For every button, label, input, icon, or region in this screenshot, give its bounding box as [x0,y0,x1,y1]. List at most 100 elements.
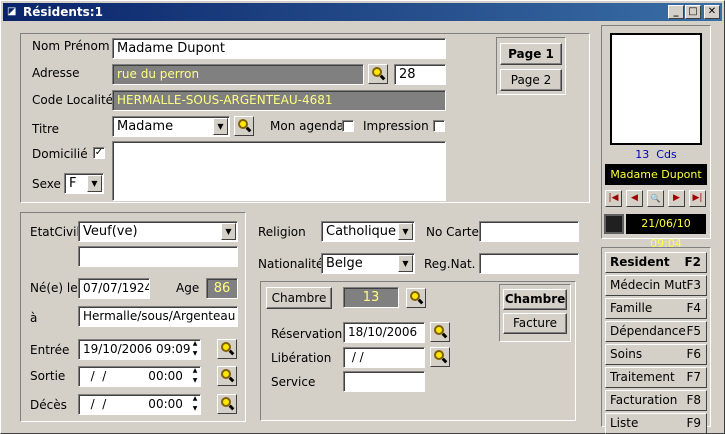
sexe-value: F [69,176,77,191]
nav-prev-button[interactable]: ◀ [626,190,643,207]
menu-item-médecin-mut-[interactable]: Médecin Mut. F3 [605,275,707,296]
menu-item-famille[interactable]: Famille F4 [605,298,707,319]
liberation-field[interactable]: / / [343,347,425,368]
domicilie-checkbox[interactable]: ✓ [93,147,105,159]
spin-down-icon[interactable]: ▼ [189,404,201,414]
menu-item-label: Dépendance [610,324,686,338]
sexe-select[interactable]: F ▼ [64,173,104,194]
save-disk-icon[interactable] [604,214,624,234]
menu-item-resident[interactable]: Resident F2 [605,252,707,273]
entree-spinner[interactable]: ▲ ▼ [189,339,201,360]
notes-area[interactable] [112,141,446,201]
spin-down-icon[interactable]: ▼ [189,376,201,386]
titre-select[interactable]: Madame ▼ [112,116,230,137]
nav-first-button[interactable]: |◀ [605,190,622,207]
impression-checkbox[interactable] [433,120,445,132]
numero-field[interactable]: 28 [394,64,446,85]
search-icon: 🔍 [650,194,661,203]
religion-select[interactable]: Catholique ▼ [321,221,415,242]
etatcivil-label: EtatCivil [30,225,80,239]
titre-search-button[interactable] [234,116,254,136]
nationalite-value: Belge [326,256,363,271]
lieu-field[interactable]: Hermalle/sous/Argenteau [78,306,238,327]
menu-item-label: Médecin Mut. [610,278,691,292]
etatcivil-extra-field[interactable] [78,246,238,267]
reservation-field[interactable]: 18/10/2006 [343,322,425,343]
chambre-button[interactable]: Chambre [266,287,332,309]
liberation-label: Libération [271,351,332,365]
reservation-label: Réservation [271,327,343,341]
tab-chambre[interactable]: Chambre [503,289,567,310]
spin-up-icon[interactable]: ▲ [189,339,201,349]
menu-item-liste[interactable]: Liste F9 [605,413,707,434]
minimize-button[interactable]: _ [668,5,684,19]
spin-up-icon[interactable]: ▲ [189,366,201,376]
maximize-button[interactable]: □ [685,5,701,19]
titre-label: Titre [32,122,60,136]
localite-field[interactable]: HERMALLE-SOUS-ARGENTEAU-4681 [112,90,446,111]
menu-item-facturation[interactable]: Facturation F8 [605,390,707,411]
naissance-field[interactable]: 07/07/1924 [78,278,150,299]
adresse-field[interactable]: rue du perron [112,64,364,85]
menu-item-shortcut: F2 [684,255,701,269]
menu-item-shortcut: F3 [686,278,701,292]
menu-item-shortcut: F5 [686,324,701,338]
menu-item-shortcut: F7 [686,370,701,384]
age-field: 86 [206,278,238,299]
sortie-search-button[interactable] [217,366,237,386]
nav-next-button[interactable]: ▶ [668,190,685,207]
menu-item-label: Facturation [610,393,678,407]
age-label: Age [176,281,200,295]
spin-down-icon[interactable]: ▼ [189,349,201,359]
deces-field[interactable]: / / 00:00 [78,394,201,415]
dropdown-arrow-icon[interactable]: ▼ [398,223,413,240]
religion-label: Religion [258,225,306,239]
titre-value: Madame [117,119,174,134]
title-bar: ◪ Résidents:1 [3,3,722,21]
adresse-label: Adresse [32,66,80,80]
regnat-field[interactable] [479,253,579,274]
impression-label: Impression [363,119,429,133]
menu-item-label: Resident [610,255,670,269]
deces-spinner[interactable]: ▲ ▼ [189,394,201,415]
dropdown-arrow-icon[interactable]: ▼ [398,255,413,272]
menu-item-label: Traitement [610,370,675,384]
deces-search-button[interactable] [217,394,237,414]
menu-item-shortcut: F9 [686,416,701,430]
reservation-search-button[interactable] [430,322,450,342]
menu-item-label: Soins [610,347,643,361]
dropdown-arrow-icon[interactable]: ▼ [87,175,102,192]
sortie-spinner[interactable]: ▲ ▼ [189,366,201,387]
menu-item-soins[interactable]: Soins F6 [605,344,707,365]
nationalite-label: Nationalité [258,257,324,271]
nationalite-select[interactable]: Belge ▼ [321,253,415,274]
menu-item-dépendance[interactable]: Dépendance F5 [605,321,707,342]
service-field[interactable] [343,371,425,392]
entree-field[interactable]: 19/10/2006 09:09 [78,339,201,360]
etatcivil-select[interactable]: Veuf(ve) ▼ [78,221,238,242]
chambre-search-button[interactable] [406,288,426,308]
liberation-search-button[interactable] [430,347,450,367]
page1-button[interactable]: Page 1 [500,43,562,65]
sexe-label: Sexe [32,177,61,191]
page2-button[interactable]: Page 2 [500,69,562,91]
dropdown-arrow-icon[interactable]: ▼ [213,118,228,135]
entree-search-button[interactable] [217,339,237,359]
agenda-checkbox[interactable] [342,120,354,132]
domicilie-label: Domicilié [32,147,88,161]
nom-field[interactable]: Madame Dupont [112,38,446,59]
menu-item-label: Liste [610,416,639,430]
adresse-search-button[interactable] [368,64,388,84]
spin-up-icon[interactable]: ▲ [189,394,201,404]
nocarte-field[interactable] [479,221,579,242]
close-button[interactable]: ✕ [704,5,720,19]
menu-item-traitement[interactable]: Traitement F7 [605,367,707,388]
nav-search-button[interactable]: 🔍 [647,190,664,207]
sortie-field[interactable]: / / 00:00 [78,366,201,387]
dropdown-arrow-icon[interactable]: ▼ [221,223,236,240]
nav-last-button[interactable]: ▶| [689,190,706,207]
tab-facture[interactable]: Facture [503,313,567,334]
photo-frame [610,33,702,145]
app-icon: ◪ [7,6,17,17]
menu-item-label: Famille [610,301,653,315]
